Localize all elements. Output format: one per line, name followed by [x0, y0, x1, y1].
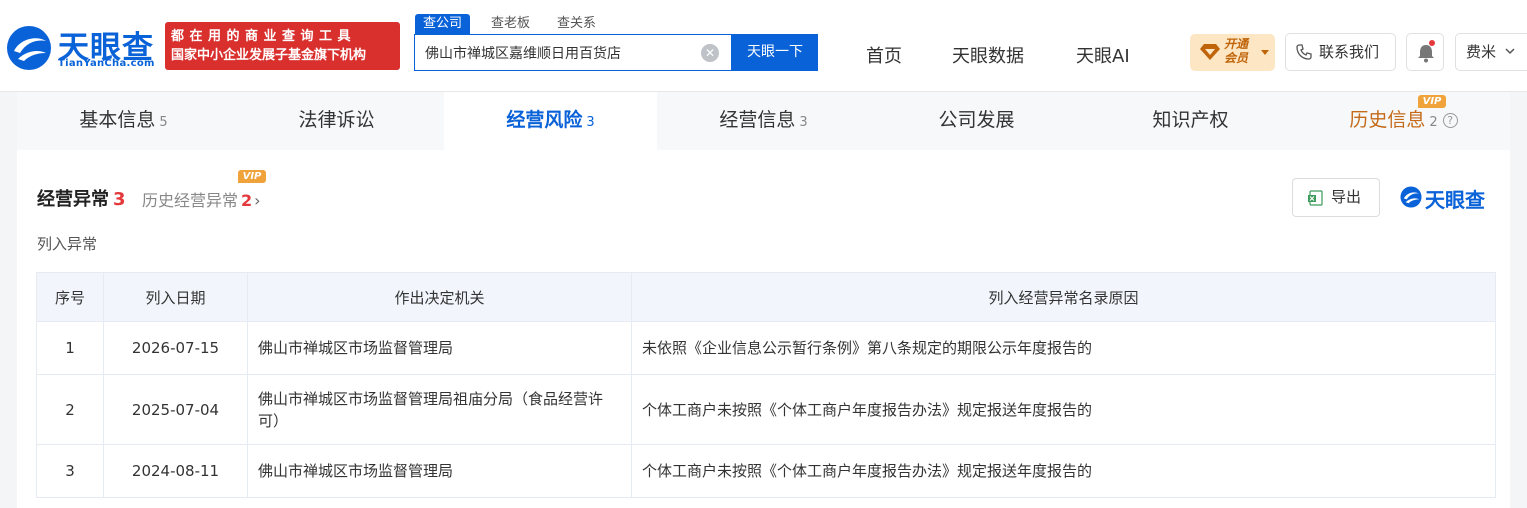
cell-date: 2026-07-15: [103, 321, 248, 375]
tab-label: 历史信息: [1349, 109, 1426, 131]
section-count: 3: [113, 189, 126, 210]
diamond-icon: [1200, 44, 1220, 60]
logo-mark-icon: [1400, 186, 1422, 208]
tab-business-risk[interactable]: 经营风险 3: [444, 92, 657, 150]
tab-history[interactable]: 历史信息 2?: [1297, 92, 1510, 150]
col-header-no: 序号: [36, 272, 104, 322]
cell-date: 2025-07-04: [103, 374, 248, 445]
col-header-org: 作出决定机关: [247, 272, 632, 322]
tab-count: 3: [799, 115, 808, 130]
tab-count: 2: [1429, 115, 1438, 130]
slogan-line-1: 都在用的商业查询工具: [171, 29, 357, 44]
tab-development[interactable]: 公司发展: [870, 92, 1083, 150]
tab-label: 公司发展: [938, 109, 1015, 131]
tab-label: 经营风险: [506, 109, 583, 131]
tab-count: 5: [159, 115, 168, 130]
help-icon[interactable]: ?: [1442, 113, 1458, 128]
notifications-button[interactable]: [1406, 33, 1444, 71]
col-header-reason: 列入经营异常名录原因: [631, 272, 1496, 322]
slogan-banner: 都在用的商业查询工具 国家中小企业发展子基金旗下机构: [165, 22, 400, 70]
export-label: 导出: [1331, 188, 1362, 206]
cell-org: 佛山市禅城区市场监督管理局: [247, 444, 632, 498]
open-vip-label: 开通会员: [1224, 37, 1249, 65]
nav-ai[interactable]: 天眼AI: [1076, 42, 1130, 68]
export-button[interactable]: 导出: [1292, 178, 1380, 217]
brand-text: 天眼查: [1425, 188, 1485, 212]
phone-icon: [1296, 44, 1312, 60]
tab-label: 法律诉讼: [298, 109, 375, 131]
cell-org: 佛山市禅城区市场监督管理局: [247, 321, 632, 375]
cell-reason: 个体工商户未按照《个体工商户年度报告办法》规定报送年度报告的: [631, 444, 1496, 498]
tianyancha-brand: 天眼查: [1400, 184, 1485, 212]
cell-reason: 未依照《企业信息公示暂行条例》第八条规定的期限公示年度报告的: [631, 321, 1496, 375]
history-anomaly-label: 历史经营异常: [142, 191, 239, 210]
caret-down-icon: [1261, 50, 1269, 55]
history-anomaly-link[interactable]: 历史经营异常 2 ›: [142, 187, 261, 211]
cell-date: 2024-08-11: [103, 444, 248, 498]
history-anomaly-count: 2: [241, 191, 253, 210]
search-tab-boss[interactable]: 查老板: [483, 14, 538, 34]
contact-us-button[interactable]: 联系我们: [1285, 33, 1396, 71]
table-row: 2 2025-07-04 佛山市禅城区市场监督管理局祖庙分局（食品经营许可） 个…: [36, 374, 1496, 445]
chevron-down-icon: [1505, 48, 1515, 55]
search-tab-relation[interactable]: 查关系: [549, 14, 604, 34]
company-tabs: 基本信息 5 法律诉讼 经营风险 3 经营信息 3 公司发展 知识产权 历史信息 2? …: [17, 92, 1510, 150]
open-vip-button[interactable]: 开通会员: [1190, 34, 1275, 71]
section-title-text: 经营异常: [37, 189, 109, 210]
section-title: 经营异常 3: [37, 185, 126, 211]
search-tab-company[interactable]: 查公司: [415, 14, 471, 34]
excel-icon: [1308, 190, 1323, 206]
tianyancha-logo[interactable]: 天眼查 TianYanCha.com: [6, 22, 156, 72]
anomaly-table: 序号 列入日期 作出决定机关 列入经营异常名录原因 1 2026-07-15 佛…: [36, 272, 1496, 498]
cell-no: 3: [36, 444, 104, 498]
bell-icon: [1418, 45, 1434, 63]
tab-ip[interactable]: 知识产权: [1084, 92, 1297, 150]
col-header-date: 列入日期: [103, 272, 248, 322]
subsection-title: 列入异常: [37, 235, 98, 253]
tab-basic-info[interactable]: 基本信息 5: [17, 92, 230, 150]
vip-badge: VIP: [238, 170, 266, 183]
cell-reason: 个体工商户未按照《个体工商户年度报告办法》规定报送年度报告的: [631, 374, 1496, 445]
notification-dot: [1429, 40, 1435, 46]
vip-badge: VIP: [1418, 95, 1446, 108]
nav-data[interactable]: 天眼数据: [952, 42, 1024, 68]
clear-icon[interactable]: ✕: [701, 44, 719, 62]
tab-legal[interactable]: 法律诉讼: [230, 92, 443, 150]
search-input[interactable]: [415, 35, 695, 70]
search-button[interactable]: 天眼一下: [732, 34, 818, 71]
tab-count: 3: [586, 115, 595, 130]
logo-mark-icon: [7, 26, 51, 70]
main-card: 基本信息 5 法律诉讼 经营风险 3 经营信息 3 公司发展 知识产权 历史信息 2? …: [17, 92, 1510, 508]
search-box: ✕: [414, 34, 732, 71]
top-header: 天眼查 TianYanCha.com 都在用的商业查询工具 国家中小企业发展子基…: [0, 0, 1527, 92]
contact-us-label: 联系我们: [1319, 43, 1380, 61]
table-row: 3 2024-08-11 佛山市禅城区市场监督管理局 个体工商户未按照《个体工商…: [36, 444, 1496, 498]
cell-no: 2: [36, 374, 104, 445]
tab-label: 经营信息: [719, 109, 796, 131]
tab-business-info[interactable]: 经营信息 3: [657, 92, 870, 150]
table-row: 1 2026-07-15 佛山市禅城区市场监督管理局 未依照《企业信息公示暂行条…: [36, 321, 1496, 375]
nav-home[interactable]: 首页: [866, 42, 902, 68]
logo-domain: TianYanCha.com: [58, 58, 155, 69]
user-name: 费米: [1466, 43, 1497, 61]
chevron-right-icon: ›: [254, 191, 261, 210]
slogan-line-2: 国家中小企业发展子基金旗下机构: [171, 48, 367, 63]
tab-label: 基本信息: [79, 109, 156, 131]
table-header-row: 序号 列入日期 作出决定机关 列入经营异常名录原因: [36, 272, 1496, 322]
user-menu[interactable]: 费米: [1455, 33, 1527, 71]
cell-no: 1: [36, 321, 104, 375]
tab-label: 知识产权: [1152, 109, 1229, 131]
cell-org: 佛山市禅城区市场监督管理局祖庙分局（食品经营许可）: [247, 374, 632, 445]
